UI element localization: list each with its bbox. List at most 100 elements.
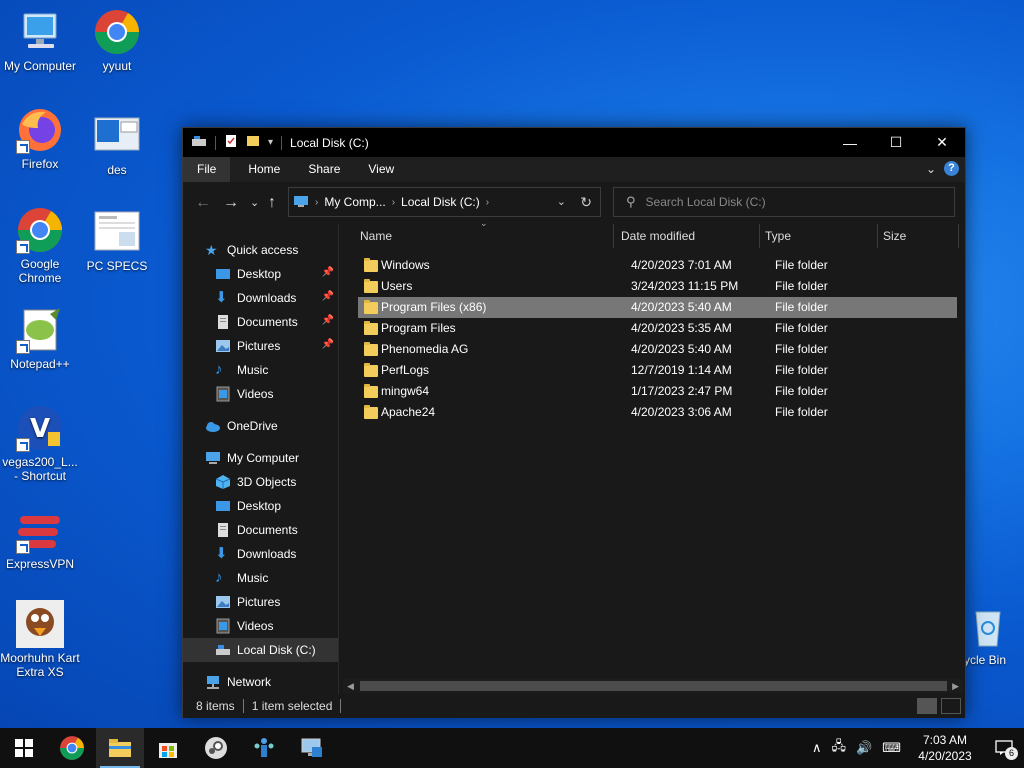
cloud-icon <box>205 418 221 434</box>
nav-pc-desktop[interactable]: Desktop <box>183 494 338 518</box>
nav-quick-access[interactable]: ★ Quick access <box>183 238 338 262</box>
nav-onedrive[interactable]: OneDrive <box>183 414 338 438</box>
nav-quick-music[interactable]: ♪ Music <box>183 358 338 382</box>
keyboard-icon[interactable]: ⌨ <box>882 740 901 756</box>
desktop-icon-expressvpn[interactable]: ExpressVPN <box>0 506 80 571</box>
forward-arrow-icon[interactable]: → <box>223 194 239 212</box>
firefox-icon <box>16 106 64 154</box>
recent-locations-chevron-icon[interactable]: ⌄ <box>250 196 259 209</box>
taskbar-file-explorer-button[interactable] <box>96 728 144 768</box>
desktop-icon-des[interactable]: des <box>77 112 157 177</box>
table-row[interactable]: Program Files (x86) 4/20/2023 5:40 AM File… <box>358 297 957 318</box>
nav-quick-documents[interactable]: Documents 📌 <box>183 310 338 334</box>
desktop-icon-google-chrome[interactable]: Google Chrome <box>0 206 80 285</box>
clock[interactable]: 7:03 AM 4/20/2023 <box>906 732 984 764</box>
column-header-type[interactable]: Type <box>760 224 878 248</box>
tab-share[interactable]: Share <box>294 157 354 182</box>
table-row[interactable]: Windows 4/20/2023 7:01 AM File folder <box>355 255 954 276</box>
speaker-icon[interactable]: 🔊 <box>856 740 872 756</box>
maximize-button[interactable]: ☐ <box>873 128 919 157</box>
desktop-icon-vegas[interactable]: V vegas200_L... - Shortcut <box>0 404 80 483</box>
folder-icon <box>364 384 378 398</box>
address-dropdown-icon[interactable]: ⌄ <box>557 195 566 208</box>
nav-label: My Computer <box>227 451 300 465</box>
new-folder-icon[interactable] <box>246 134 260 151</box>
help-icon[interactable]: ? <box>944 161 959 176</box>
chevron-up-icon[interactable]: ∧ <box>812 740 822 756</box>
nav-label: Desktop <box>237 267 282 281</box>
file-type: File folder <box>775 384 828 398</box>
horizontal-scrollbar[interactable]: ◀ ▶ <box>343 679 963 693</box>
scroll-left-icon[interactable]: ◀ <box>347 679 354 693</box>
search-input[interactable]: Search Local Disk (C:) <box>646 195 766 209</box>
taskbar-network-app-button[interactable] <box>240 728 288 768</box>
table-row[interactable]: Program Files 4/20/2023 5:35 AM File folde… <box>355 318 954 339</box>
expand-ribbon-icon[interactable]: ⌄ <box>926 162 936 176</box>
taskbar-app-button[interactable] <box>192 728 240 768</box>
taskbar-chrome-button[interactable] <box>48 728 96 768</box>
address-bar[interactable]: › My Comp... › Local Disk (C:) › ⌄ ↻ <box>288 187 601 217</box>
table-row[interactable]: mingw64 1/17/2023 2:47 PM File folder <box>355 381 954 402</box>
breadcrumb-my-computer[interactable]: My Comp... <box>318 195 391 209</box>
nav-pc-documents[interactable]: Documents <box>183 518 338 542</box>
nav-quick-desktop[interactable]: Desktop 📌 <box>183 262 338 286</box>
table-row[interactable]: PerfLogs 12/7/2019 1:14 AM File folder <box>355 360 954 381</box>
desktop-icon-yyuut[interactable]: yyuut <box>77 8 157 73</box>
desktop-icon-my-computer[interactable]: My Computer <box>0 8 80 73</box>
up-arrow-icon[interactable]: ↑ <box>268 194 276 212</box>
tab-home[interactable]: Home <box>234 157 294 182</box>
details-view-button[interactable] <box>917 698 937 714</box>
column-header-name[interactable]: Name <box>355 224 614 248</box>
nav-pc-3d-objects[interactable]: 3D Objects <box>183 470 338 494</box>
scrollbar-thumb[interactable] <box>360 681 947 691</box>
nav-pc-pictures[interactable]: Pictures <box>183 590 338 614</box>
table-row[interactable]: Phenomedia AG 4/20/2023 5:40 AM File folde… <box>355 339 954 360</box>
tab-file[interactable]: File <box>183 157 231 182</box>
close-button[interactable]: ✕ <box>919 128 965 157</box>
scroll-right-icon[interactable]: ▶ <box>952 679 959 693</box>
nav-quick-videos[interactable]: Videos <box>183 382 338 406</box>
nav-pane-divider[interactable] <box>338 224 339 694</box>
nav-my-computer[interactable]: My Computer <box>183 446 338 470</box>
desktop-icon-pc-specs[interactable]: PC SPECS <box>77 208 157 273</box>
tab-view[interactable]: View <box>354 157 408 182</box>
breadcrumb-local-disk[interactable]: Local Disk (C:) <box>395 195 486 209</box>
pin-icon[interactable]: 📌 <box>322 339 334 350</box>
large-icons-view-button[interactable] <box>941 698 961 714</box>
desktop-icon-notepad-plus-plus[interactable]: Notepad++ <box>0 306 80 371</box>
pin-icon[interactable]: 📌 <box>322 291 334 302</box>
search-box[interactable]: ⚲ Search Local Disk (C:) <box>613 187 955 217</box>
nav-quick-downloads[interactable]: ⬇ Downloads 📌 <box>183 286 338 310</box>
minimize-button[interactable]: — <box>827 128 873 157</box>
file-explorer-window[interactable]: ▾ Local Disk (C:) — ☐ ✕ File Home Share … <box>182 127 966 718</box>
table-row[interactable]: Apache24 4/20/2023 3:06 AM File folder <box>355 402 954 423</box>
action-center-button[interactable]: 6 <box>984 728 1024 768</box>
nav-pc-videos[interactable]: Videos <box>183 614 338 638</box>
nav-pc-local-disk[interactable]: Local Disk (C:) <box>183 638 338 662</box>
nav-pc-music[interactable]: ♪ Music <box>183 566 338 590</box>
nav-quick-pictures[interactable]: Pictures 📌 <box>183 334 338 358</box>
pin-icon[interactable]: 📌 <box>322 267 334 278</box>
pin-icon[interactable]: 📌 <box>322 315 334 326</box>
column-header-size[interactable]: Size <box>878 224 959 248</box>
customize-toolbar-icon[interactable]: ▾ <box>268 137 273 148</box>
network-tray-icon[interactable]: 🖧 <box>832 737 847 759</box>
taskbar-remote-desktop-button[interactable] <box>288 728 336 768</box>
star-icon: ★ <box>205 242 218 258</box>
file-name: Phenomedia AG <box>381 342 469 356</box>
desktop-icon-moorhuhn[interactable]: Moorhuhn Kart Extra XS <box>0 600 80 679</box>
back-arrow-icon[interactable]: ← <box>195 194 211 212</box>
videos-icon <box>215 618 231 634</box>
navigation-pane[interactable]: ★ Quick access Desktop 📌 ⬇ Downloads 📌 D… <box>183 224 338 694</box>
taskbar-store-button[interactable] <box>144 728 192 768</box>
table-row[interactable]: Users 3/24/2023 11:15 PM File folder <box>355 276 954 297</box>
title-bar[interactable]: ▾ Local Disk (C:) — ☐ ✕ <box>183 128 965 157</box>
nav-pc-downloads[interactable]: ⬇ Downloads <box>183 542 338 566</box>
file-list[interactable]: ⌄ Name Date modified Type Size Windows 4/… <box>355 218 965 694</box>
nav-network[interactable]: Network <box>183 670 338 694</box>
column-header-date-modified[interactable]: Date modified <box>616 224 760 248</box>
refresh-icon[interactable]: ↻ <box>580 194 592 211</box>
start-button[interactable] <box>0 728 48 768</box>
desktop-icon-firefox[interactable]: Firefox <box>0 106 80 171</box>
properties-icon[interactable] <box>224 134 238 151</box>
